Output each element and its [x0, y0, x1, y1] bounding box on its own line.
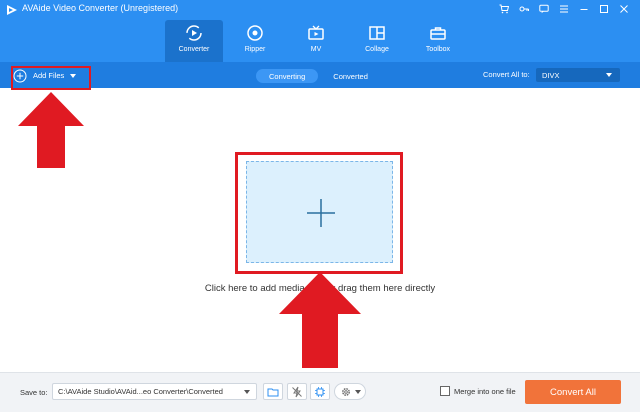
menu-icon[interactable]: [554, 2, 574, 16]
chat-icon[interactable]: [534, 2, 554, 16]
lightning-off-icon: [292, 386, 302, 397]
tab-label: Ripper: [244, 46, 266, 53]
converter-icon: [186, 25, 202, 41]
app-logo-icon: [6, 3, 18, 15]
gpu-acceleration-button[interactable]: [310, 383, 330, 400]
red-arrow-icon: [279, 272, 361, 368]
window-controls: [494, 2, 634, 16]
cart-icon[interactable]: [494, 2, 514, 16]
merge-checkbox[interactable]: [440, 386, 450, 396]
converter-toolbar: Add Files Converting Converted Convert A…: [0, 62, 640, 88]
app-title: AVAide Video Converter (Unregistered): [22, 3, 179, 13]
settings-button[interactable]: [334, 383, 366, 400]
minimize-icon[interactable]: [574, 2, 594, 16]
key-icon[interactable]: [514, 2, 534, 16]
tab-converted[interactable]: Converted: [320, 69, 381, 83]
tv-icon: [308, 25, 324, 40]
tab-label: Toolbox: [425, 46, 451, 53]
format-value: DIVX: [542, 70, 560, 80]
bottom-bar: Save to: C:\AVAide Studio\AVAid...eo Con…: [0, 372, 640, 412]
tab-converting[interactable]: Converting: [256, 69, 319, 83]
mode-switch: Converting Converted: [256, 69, 381, 83]
chevron-down-icon: [244, 390, 250, 394]
convert-all-button[interactable]: Convert All: [525, 380, 621, 404]
save-path-select[interactable]: C:\AVAide Studio\AVAid...eo Converter\Co…: [52, 383, 257, 400]
gear-icon: [341, 387, 350, 396]
red-arrow-icon: [18, 92, 84, 168]
save-to-label: Save to:: [20, 388, 48, 397]
chip-icon: [315, 386, 325, 397]
disc-icon: [247, 25, 263, 41]
title-bar: AVAide Video Converter (Unregistered) Co…: [0, 0, 640, 62]
toolbox-icon: [430, 27, 446, 40]
plus-icon: [307, 199, 335, 227]
hardware-acceleration-button[interactable]: [287, 383, 307, 400]
tab-ripper[interactable]: Ripper: [226, 20, 284, 62]
collage-icon: [369, 26, 385, 40]
tab-toolbox[interactable]: Toolbox: [409, 20, 467, 62]
merge-label[interactable]: Merge into one file: [454, 387, 516, 396]
add-media-dropzone[interactable]: [246, 161, 393, 263]
open-folder-button[interactable]: [263, 383, 283, 400]
tab-converter[interactable]: Converter: [165, 20, 223, 62]
save-path-value: C:\AVAide Studio\AVAid...eo Converter\Co…: [58, 387, 223, 396]
tab-label: MV: [310, 46, 322, 53]
add-files-highlight-box: [11, 66, 91, 90]
folder-icon: [267, 388, 279, 396]
chevron-down-icon: [606, 73, 612, 77]
tab-label: Collage: [365, 46, 389, 53]
output-format-select[interactable]: DIVX: [536, 68, 620, 82]
close-icon[interactable]: [614, 2, 634, 16]
tab-label: Converter: [178, 46, 210, 53]
tab-mv[interactable]: MV: [287, 20, 345, 62]
tab-collage[interactable]: Collage: [348, 20, 406, 62]
main-nav: Converter Ripper MV Collage Toolbox: [165, 20, 470, 62]
convert-all-to-label: Convert All to:: [483, 70, 530, 79]
chevron-down-icon: [354, 389, 361, 394]
maximize-icon[interactable]: [594, 2, 614, 16]
